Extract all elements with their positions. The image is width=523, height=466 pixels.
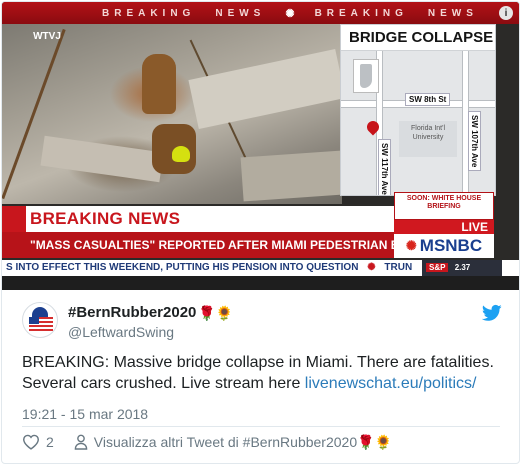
soon-briefing-box: SOON: WHITE HOUSE BRIEFING bbox=[394, 192, 494, 220]
peacock-icon: ✺ bbox=[285, 7, 295, 20]
headline-banner: "MASS CASUALTIES" REPORTED AFTER MIAMI P… bbox=[2, 232, 394, 258]
crawl-text: S INTO EFFECT THIS WEEKEND, PUTTING HIS … bbox=[6, 262, 359, 273]
ticker-word: NEWS bbox=[427, 7, 478, 19]
view-more-tweets-link[interactable]: Visualizza altri Tweet di #BernRubber202… bbox=[94, 434, 392, 451]
road-label: SW 117th Ave bbox=[378, 139, 391, 195]
road-label: SW 8th St bbox=[405, 93, 451, 106]
display-name[interactable]: #BernRubber2020 bbox=[68, 304, 196, 321]
tweet-timestamp[interactable]: 19:21 - 15 mar 2018 bbox=[22, 406, 148, 422]
divider bbox=[22, 426, 500, 427]
peacock-icon: ✺ bbox=[405, 238, 417, 253]
concrete-slab bbox=[188, 48, 346, 130]
florida-inset-map bbox=[353, 59, 379, 93]
tweet-text: BREAKING: Massive bridge collapse in Mia… bbox=[22, 352, 502, 394]
stock-value: 2.37 bbox=[454, 263, 471, 272]
rescue-helmet bbox=[172, 146, 190, 162]
campus-label: Florida Int'l University bbox=[399, 121, 457, 157]
ticker-word: BREAKING bbox=[102, 7, 196, 19]
twitter-bird-icon[interactable] bbox=[482, 304, 502, 322]
avatar-flag-canton bbox=[29, 317, 39, 324]
info-icon[interactable]: i bbox=[499, 6, 513, 20]
road-label: SW 107th Ave bbox=[468, 111, 481, 172]
peacock-icon: ✺ bbox=[367, 262, 376, 273]
name-emojis: 🌹🌻 bbox=[198, 304, 234, 321]
display-name-row[interactable]: #BernRubber2020 🌹🌻 bbox=[68, 304, 233, 321]
tweet-link[interactable]: livenewschat.eu/politics/ bbox=[305, 375, 477, 392]
avatar[interactable] bbox=[22, 302, 58, 338]
network-name: MSNBC bbox=[419, 236, 483, 255]
person-icon[interactable] bbox=[74, 434, 88, 450]
rescue-worker bbox=[142, 54, 176, 114]
breaking-news-text: BREAKING NEWS bbox=[30, 209, 181, 228]
collapse-scene bbox=[2, 24, 346, 204]
rebar bbox=[2, 28, 66, 200]
user-handle[interactable]: @LeftwardSwing bbox=[68, 324, 174, 340]
map-title: BRIDGE COLLAPSE bbox=[341, 25, 495, 51]
breaking-news-top-ticker: BREAKING NEWS ✺ BREAKING NEWS bbox=[2, 2, 519, 24]
breaking-news-banner: BREAKING NEWS bbox=[2, 206, 394, 232]
crawl-tail: TRUN bbox=[384, 262, 413, 273]
tweet-actions: 2 Visualizza altri Tweet di #BernRubber2… bbox=[22, 432, 392, 452]
tweet-header: #BernRubber2020 🌹🌻 @LeftwardSwing bbox=[22, 302, 502, 342]
ticker-word: BREAKING bbox=[314, 7, 408, 19]
like-count[interactable]: 2 bbox=[46, 434, 54, 450]
concrete-slab bbox=[240, 150, 344, 202]
live-tag: LIVE bbox=[394, 220, 494, 234]
embedded-tweet-card: BREAKING NEWS ✺ BREAKING NEWS i WTVJ BRI… bbox=[1, 1, 520, 464]
media-bottom-strip bbox=[2, 276, 519, 290]
banner-accent bbox=[2, 206, 26, 232]
heart-icon[interactable] bbox=[22, 434, 40, 450]
station-logo-text: WTVJ bbox=[33, 31, 61, 42]
tweet-media-image[interactable]: BREAKING NEWS ✺ BREAKING NEWS i WTVJ BRI… bbox=[2, 2, 519, 290]
concrete-slab bbox=[40, 135, 164, 183]
map-panel: BRIDGE COLLAPSE SW 8th St SW 107th Ave S… bbox=[340, 24, 496, 196]
stock-label: S&P bbox=[426, 263, 449, 272]
station-logo: WTVJ bbox=[26, 32, 68, 42]
map-area: SW 8th St SW 107th Ave SW 117th Ave Flor… bbox=[341, 51, 495, 195]
ticker-word: NEWS bbox=[215, 7, 266, 19]
network-logo: ✺ MSNBC bbox=[394, 234, 494, 258]
stock-ticker: S&P 2.37 bbox=[422, 260, 502, 276]
